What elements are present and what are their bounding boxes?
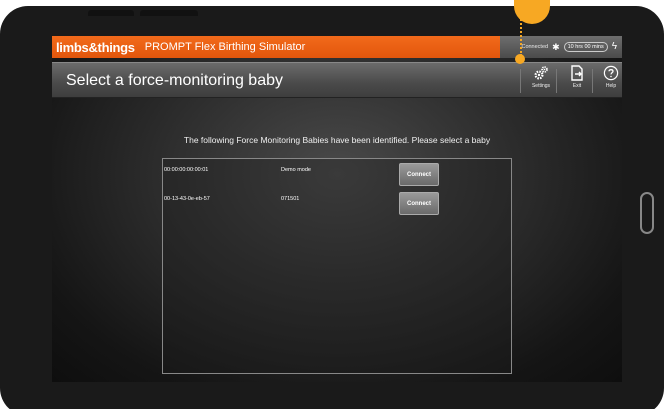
settings-label: Settings [531, 83, 551, 89]
app-screen: limbs&things PROMPT Flex Birthing Simula… [52, 36, 622, 382]
exit-label: Exit [572, 83, 582, 89]
help-label: Help [605, 83, 617, 89]
session-timer: 10 hrs 00 mins [563, 42, 608, 52]
device-row: 00:00:00:00:00:01 Demo mode Connect [163, 163, 511, 187]
device-name: Demo mode [281, 167, 311, 173]
device-address: 00:00:00:00:00:01 [164, 167, 209, 173]
tablet-home-button[interactable] [640, 192, 654, 234]
connection-status: Connected [521, 44, 549, 50]
instruction-text: The following Force Monitoring Babies ha… [183, 135, 491, 145]
header-divider [592, 69, 593, 93]
exit-icon [571, 65, 583, 81]
connect-button[interactable]: Connect [399, 163, 439, 186]
connect-button[interactable]: Connect [399, 192, 439, 215]
device-name: 071501 [281, 196, 300, 202]
page-header: Select a force-monitoring baby Settings … [52, 62, 622, 98]
top-bar: limbs&things PROMPT Flex Birthing Simula… [52, 36, 622, 58]
bluetooth-icon: ✱ [552, 41, 560, 52]
bolt-icon: ϟ [611, 41, 617, 52]
callout-marker-end [515, 54, 525, 64]
settings-button[interactable]: Settings [526, 65, 556, 96]
device-list: 00:00:00:00:00:01 Demo mode Connect 00-1… [162, 158, 512, 374]
tablet-volume-button [88, 10, 134, 16]
header-divider [520, 69, 521, 93]
help-button[interactable]: Help [596, 65, 622, 96]
tablet-power-button [140, 10, 198, 16]
app-title: PROMPT Flex Birthing Simulator [144, 41, 306, 53]
help-icon [603, 65, 619, 81]
device-address: 00-13-43-0e-eb-57 [164, 196, 210, 202]
brand-logo: limbs&things [56, 39, 135, 55]
device-row: 00-13-43-0e-eb-57 071501 Connect [163, 192, 511, 216]
exit-button[interactable]: Exit [562, 65, 592, 96]
page-title: Select a force-monitoring baby [66, 72, 283, 89]
callout-line [520, 12, 522, 56]
gears-icon [534, 66, 548, 80]
header-divider [556, 69, 557, 93]
